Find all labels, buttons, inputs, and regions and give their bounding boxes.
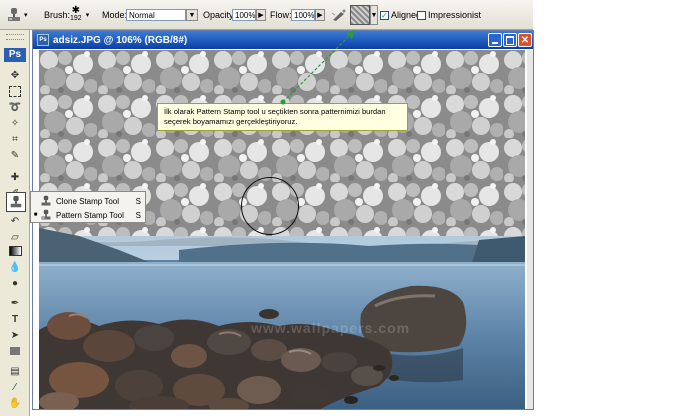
eraser-tool-icon[interactable]: ▱: [8, 230, 22, 244]
pen-tool-icon[interactable]: ✒: [8, 296, 22, 310]
crop-tool-icon[interactable]: ⌗: [8, 132, 22, 146]
flyout-item-pattern-stamp[interactable]: ■ Pattern Stamp Tool S: [31, 208, 145, 222]
flyout-item-label: Clone Stamp Tool: [56, 196, 119, 206]
vertical-scrollbar[interactable]: [527, 50, 533, 409]
panel-grip[interactable]: [6, 34, 24, 40]
brush-picker[interactable]: ✱ 192 ▾: [70, 0, 89, 30]
airbrush-icon: [331, 9, 346, 21]
eyedropper-tool-icon[interactable]: ⁄: [8, 380, 22, 394]
check-icon: ✓: [380, 10, 389, 20]
flow-label: Flow:: [270, 10, 292, 20]
minimize-button[interactable]: [488, 33, 502, 47]
stamp-tool-flyout: Clone Stamp Tool S ■ Pattern Stamp Tool …: [30, 191, 146, 223]
brush-preview-icon: ✱: [71, 5, 81, 16]
move-tool-icon[interactable]: ✥: [8, 68, 22, 82]
opacity-input[interactable]: 100%: [232, 9, 256, 21]
close-icon: ✕: [520, 34, 530, 46]
document-title: adsiz.JPG @ 106% (RGB/8#): [53, 34, 188, 46]
ps-document-icon: Ps: [37, 34, 49, 46]
airbrush-button[interactable]: [331, 0, 347, 30]
annotation-callout: İlk olarak Pattern Stamp tool u seçtikte…: [157, 103, 408, 131]
healing-brush-tool-icon[interactable]: ✚: [8, 170, 22, 184]
document-titlebar[interactable]: Ps adsiz.JPG @ 106% (RGB/8#) ✕: [33, 31, 533, 49]
magic-wand-tool-icon[interactable]: ✧: [8, 116, 22, 130]
chevron-down-icon: ▾: [85, 12, 90, 19]
mode-label: Mode:: [102, 10, 128, 20]
watermark-text: www.wallpapers.com: [251, 320, 411, 336]
pattern-swatch: [350, 5, 370, 25]
pattern-picker[interactable]: ▼: [350, 0, 378, 30]
gradient-tool-icon[interactable]: [8, 244, 22, 258]
maximize-button[interactable]: [503, 33, 517, 47]
dodge-tool-icon[interactable]: ●: [8, 276, 22, 290]
blur-tool-icon[interactable]: 💧: [8, 260, 22, 274]
stamp-tool-icon[interactable]: [6, 192, 26, 212]
chevron-right-icon: ▶: [258, 12, 264, 19]
pattern-dropdown-button[interactable]: ▼: [370, 5, 378, 25]
type-tool-icon[interactable]: T: [8, 312, 22, 326]
slice-tool-icon[interactable]: ✎: [8, 148, 22, 162]
chevron-right-icon: ▶: [317, 12, 323, 19]
chevron-down-icon: ▾: [24, 12, 28, 19]
pattern-stamp-icon: [41, 209, 51, 220]
flyout-item-shortcut: S: [135, 196, 141, 206]
clone-stamp-icon: [41, 195, 51, 206]
annotation-text: İlk olarak Pattern Stamp tool u seçtikte…: [164, 107, 386, 126]
aligned-checkbox[interactable]: ✓ Aligned: [380, 0, 421, 30]
close-button[interactable]: ✕: [518, 33, 532, 47]
shape-tool-icon[interactable]: [8, 344, 22, 358]
mode-value: Normal: [129, 11, 155, 20]
flyout-item-label: Pattern Stamp Tool: [56, 210, 124, 220]
flow-input[interactable]: 100%: [291, 9, 315, 21]
unchecked-box-icon: [417, 10, 426, 20]
selected-bullet-icon: ■: [33, 212, 38, 218]
flyout-item-shortcut: S: [135, 210, 141, 220]
impressionist-checkbox[interactable]: Impressionist: [417, 0, 481, 30]
opacity-slider-button[interactable]: ▶: [256, 9, 266, 21]
lasso-tool-icon[interactable]: ➰: [8, 100, 22, 114]
tools-panel: Ps ✥ ➰ ✧ ⌗ ✎ ✚ ✐ ↶ ▱ 💧 ● ✒ T ➤ ▤ ⁄ ✋: [0, 30, 30, 416]
history-brush-tool-icon[interactable]: ↶: [8, 214, 22, 228]
mode-dropdown-button[interactable]: ▼: [186, 9, 198, 21]
brush-size: 192: [70, 15, 82, 22]
brush-label: Brush:: [44, 10, 71, 20]
photoshop-logo[interactable]: Ps: [4, 48, 26, 62]
chevron-down-icon: ▼: [188, 11, 196, 19]
marquee-tool-icon[interactable]: [8, 84, 22, 98]
notes-tool-icon[interactable]: ▤: [8, 364, 22, 378]
hand-tool-icon[interactable]: ✋: [8, 396, 22, 410]
flow-slider-button[interactable]: ▶: [315, 9, 325, 21]
mode-select[interactable]: Normal: [126, 9, 186, 21]
minimize-icon: [492, 41, 498, 44]
impressionist-label: Impressionist: [428, 10, 482, 20]
chevron-down-icon: ▼: [370, 11, 378, 19]
maximize-icon: [506, 35, 514, 45]
tool-preset-picker[interactable]: ▾: [6, 0, 28, 30]
flyout-item-clone-stamp[interactable]: Clone Stamp Tool S: [31, 194, 145, 208]
brush-cursor: [241, 177, 299, 235]
pattern-stamp-icon: [8, 8, 20, 21]
path-selection-tool-icon[interactable]: ➤: [8, 328, 22, 342]
options-bar: ▾ Brush: ✱ 192 ▾ Mode: Normal ▼ Opacity:…: [0, 0, 533, 30]
